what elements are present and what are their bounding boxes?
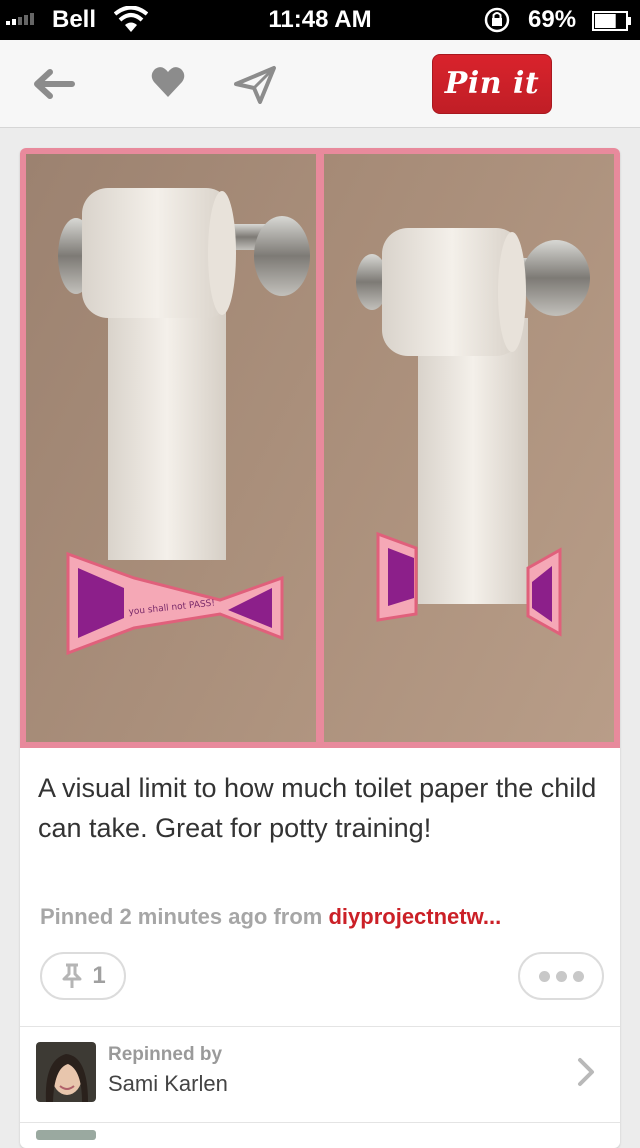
pin-image[interactable]: you shall not PASS!: [20, 148, 620, 748]
avatar: [36, 1042, 96, 1102]
chevron-right-icon: [578, 1058, 594, 1086]
repin-count: 1: [92, 962, 106, 989]
next-row-avatar: [36, 1130, 96, 1140]
battery-percent: 69%: [528, 6, 577, 33]
top-navbar: Pin it: [0, 40, 640, 128]
pin-it-button[interactable]: Pin it: [432, 54, 552, 114]
repinned-by-label: Repinned by: [108, 1044, 223, 1065]
status-bar: Bell 11:48 AM 69%: [0, 0, 640, 40]
pin-card: you shall not PASS! A visual limit to ho…: [20, 148, 620, 1148]
pin-icon: [62, 963, 82, 988]
repin-count-button[interactable]: 1: [40, 952, 126, 1000]
pin-source-line: Pinned 2 minutes ago from diyprojectnetw…: [40, 904, 600, 930]
repinned-by-row[interactable]: Repinned by Sami Karlen: [20, 1028, 620, 1120]
more-dots-icon[interactable]: [518, 952, 604, 1000]
battery-icon: [592, 11, 631, 31]
pin-description: A visual limit to how much toilet paper …: [38, 773, 597, 843]
repinner-name: Sami Karlen: [108, 1071, 228, 1096]
heart-icon[interactable]: [150, 64, 186, 100]
source-link[interactable]: diyprojectnetw...: [328, 904, 501, 929]
divider: [20, 1026, 620, 1027]
send-icon[interactable]: [234, 64, 276, 104]
divider: [20, 1122, 620, 1123]
back-arrow-icon[interactable]: [30, 64, 76, 104]
pinned-time: Pinned 2 minutes ago from: [40, 904, 329, 929]
rotation-lock-icon: [484, 7, 510, 33]
